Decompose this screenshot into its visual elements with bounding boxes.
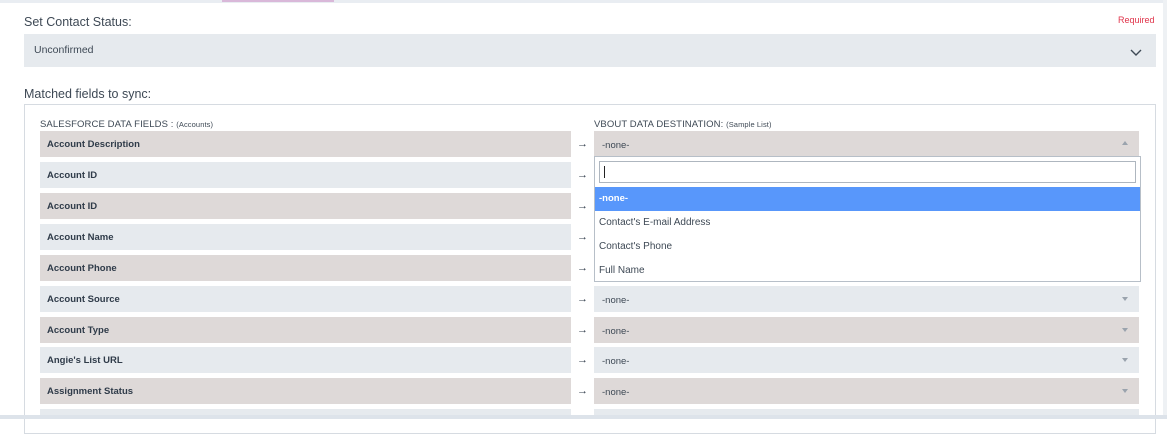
caret-up-icon (1122, 141, 1128, 145)
vbout-list-name: (Sample List) (726, 120, 772, 129)
salesforce-field-label: Account ID (47, 201, 98, 212)
arrow-right-icon: → (577, 324, 588, 336)
caret-down-icon (1122, 389, 1128, 393)
salesforce-field-label: Account Description (47, 139, 140, 150)
destination-select-open[interactable]: -none- (594, 131, 1139, 157)
salesforce-header-text: SALESFORCE DATA FIELDS : (40, 119, 174, 130)
dropdown-option[interactable]: Contact's E-mail Address (595, 211, 1140, 235)
caret-down-icon (1122, 297, 1128, 301)
arrow-right-icon: → (577, 262, 588, 274)
vbout-header-text: VBOUT DATA DESTINATION: (594, 119, 724, 130)
arrow-right-icon: → (577, 354, 588, 366)
salesforce-object-name: (Accounts) (176, 120, 214, 129)
destination-dropdown: -none- Contact's E-mail Address Contact'… (594, 156, 1141, 282)
arrow-right-icon: → (577, 385, 588, 397)
caret-down-icon (1122, 358, 1128, 362)
bottom-edge (0, 415, 1167, 419)
mapping-row-field: Account ID (40, 162, 571, 188)
mapping-row-field: Account Type (40, 317, 571, 343)
salesforce-field-label: Account Type (47, 325, 110, 336)
salesforce-field-label: Account Source (47, 294, 120, 305)
arrow-right-icon: → (577, 169, 588, 181)
dropdown-search-input[interactable] (599, 161, 1136, 183)
active-tab-indicator (222, 0, 334, 2)
destination-value: -none- (602, 295, 630, 306)
chevron-down-icon (1130, 44, 1142, 62)
text-cursor (604, 166, 605, 178)
mapping-row-field: Assignment Status (40, 378, 571, 404)
destination-value: -none- (602, 356, 630, 367)
dropdown-option[interactable]: Full Name (595, 259, 1140, 283)
dropdown-option-label: -none- (599, 193, 629, 204)
caret-down-icon (1122, 328, 1128, 332)
dropdown-option-label: Full Name (599, 265, 645, 276)
destination-select[interactable]: -none- (594, 286, 1139, 312)
destination-value: -none- (602, 326, 630, 337)
matched-fields-label: Matched fields to sync: (24, 87, 152, 101)
dropdown-option[interactable]: Contact's Phone (595, 235, 1140, 259)
scrollbar-track[interactable] (1163, 0, 1167, 419)
dropdown-option-label: Contact's E-mail Address (599, 217, 711, 228)
contact-status-label: Set Contact Status: (24, 15, 132, 29)
dropdown-option[interactable]: -none- (595, 187, 1140, 211)
destination-select[interactable]: -none- (594, 317, 1139, 343)
mapping-row-field: Angie's List URL (40, 347, 571, 373)
top-strip (0, 0, 1167, 3)
arrow-right-icon: → (577, 200, 588, 212)
destination-value: -none- (602, 387, 630, 398)
salesforce-field-label: Account Name (47, 232, 114, 243)
destination-select[interactable]: -none- (594, 378, 1139, 404)
required-indicator: Required (1118, 15, 1155, 25)
mapping-row-field: Account Source (40, 286, 571, 312)
contact-status-select[interactable]: Unconfirmed (24, 34, 1156, 67)
mapping-row-field: Account Name (40, 224, 571, 250)
destination-value: -none- (602, 140, 630, 151)
dropdown-option-label: Contact's Phone (599, 241, 673, 252)
mapping-row-field: Account Description (40, 131, 571, 157)
salesforce-field-label: Angie's List URL (47, 355, 123, 366)
arrow-right-icon: → (577, 231, 588, 243)
mapping-row-field: Account Phone (40, 255, 571, 281)
salesforce-fields-header: SALESFORCE DATA FIELDS : (Accounts) (40, 119, 213, 130)
arrow-right-icon: → (577, 138, 588, 150)
destination-select[interactable]: -none- (594, 347, 1139, 373)
arrow-right-icon: → (577, 293, 588, 305)
salesforce-field-label: Account ID (47, 170, 98, 181)
contact-status-value: Unconfirmed (34, 44, 94, 56)
mapping-row-field: Account ID (40, 193, 571, 219)
salesforce-field-label: Assignment Status (47, 386, 134, 397)
salesforce-field-label: Account Phone (47, 263, 117, 274)
vbout-destination-header: VBOUT DATA DESTINATION: (Sample List) (594, 119, 772, 130)
